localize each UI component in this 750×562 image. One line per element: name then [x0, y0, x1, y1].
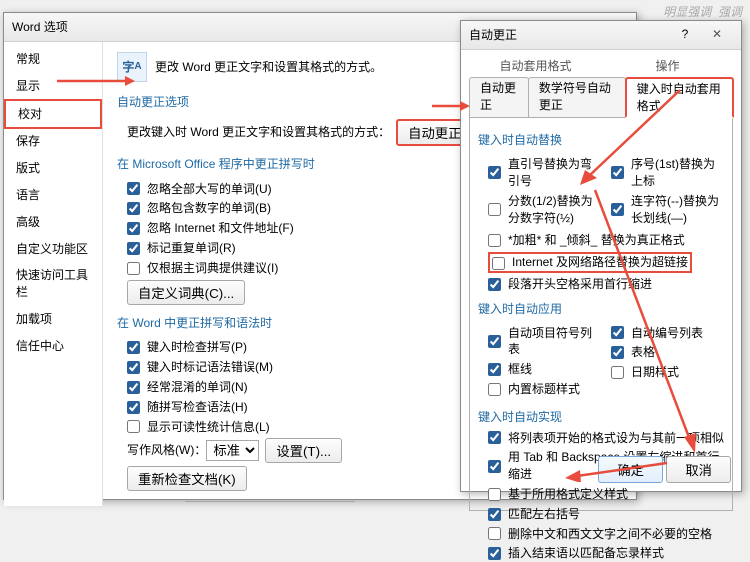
- sidebar-item-2[interactable]: 校对: [4, 99, 102, 130]
- sidebar-item-0[interactable]: 常规: [4, 46, 102, 73]
- internet-hyperlink-highlight: Internet 及网络路径替换为超链接: [488, 252, 692, 273]
- autocorrect-dialog: 自动更正 ? ✕ 自动套用格式 操作 自动更正 数学符号自动更正 键入时自动套用…: [460, 20, 742, 492]
- sidebar-item-4[interactable]: 版式: [4, 155, 102, 182]
- close-icon[interactable]: ✕: [701, 25, 733, 45]
- tab-group-autoformat: 自动套用格式: [469, 56, 602, 77]
- custom-dict-button[interactable]: 自定义词典(C)...: [127, 280, 245, 305]
- confused-words-checkbox[interactable]: [127, 381, 140, 394]
- hyphens-checkbox[interactable]: [611, 203, 624, 216]
- match-brackets-checkbox[interactable]: [488, 508, 501, 521]
- style-settings-button[interactable]: 设置(T)...: [265, 438, 342, 463]
- smart-quotes-checkbox[interactable]: [488, 166, 501, 179]
- date-style-checkbox[interactable]: [611, 366, 624, 379]
- tab-autocorrect[interactable]: 自动更正: [469, 77, 529, 118]
- tab-backspace-indent-checkbox[interactable]: [488, 460, 501, 473]
- dialog-title: 自动更正: [469, 27, 517, 44]
- tab-autoformat-typing[interactable]: 键入时自动套用格式: [625, 77, 734, 119]
- sidebar-item-8[interactable]: 快速访问工具栏: [4, 262, 102, 306]
- ignore-numbers-checkbox[interactable]: [127, 202, 140, 215]
- cancel-button[interactable]: 取消: [666, 456, 731, 483]
- tab-group-actions: 操作: [601, 56, 734, 77]
- mark-grammar-checkbox[interactable]: [127, 361, 140, 374]
- readability-stats-checkbox[interactable]: [127, 420, 140, 433]
- sidebar-item-9[interactable]: 加载项: [4, 306, 102, 333]
- ordinals-checkbox[interactable]: [611, 166, 624, 179]
- dialog-title: Word 选项: [12, 19, 68, 36]
- numbered-list-checkbox[interactable]: [611, 326, 624, 339]
- memo-closing-checkbox[interactable]: [488, 547, 501, 560]
- autocorrect-titlebar: 自动更正 ? ✕: [461, 21, 741, 50]
- ignore-uppercase-checkbox[interactable]: [127, 182, 140, 195]
- help-icon[interactable]: ?: [669, 25, 701, 45]
- internet-hyperlink-checkbox[interactable]: [492, 257, 505, 270]
- heading-styles-checkbox[interactable]: [488, 383, 501, 396]
- sidebar-item-10[interactable]: 信任中心: [4, 333, 102, 360]
- format-list-item-checkbox[interactable]: [488, 431, 501, 444]
- sidebar-item-3[interactable]: 保存: [4, 128, 102, 155]
- borders-checkbox[interactable]: [488, 363, 501, 376]
- exception-doc-select[interactable]: 新建 DOCX 文档.docx: [185, 501, 355, 502]
- define-styles-checkbox[interactable]: [488, 488, 501, 501]
- fractions-checkbox[interactable]: [488, 203, 501, 216]
- first-line-indent-checkbox[interactable]: [488, 278, 501, 291]
- ok-button[interactable]: 确定: [598, 456, 663, 483]
- sidebar: 常规显示校对保存版式语言高级自定义功能区快速访问工具栏加载项信任中心: [4, 42, 103, 506]
- tab-math[interactable]: 数学符号自动更正: [528, 77, 626, 118]
- bold-italic-checkbox[interactable]: [488, 234, 501, 247]
- sidebar-item-6[interactable]: 高级: [4, 209, 102, 236]
- bullet-list-checkbox[interactable]: [488, 335, 501, 348]
- proofing-icon: 字A: [117, 52, 147, 82]
- recheck-doc-button[interactable]: 重新检查文档(K): [127, 466, 247, 491]
- grammar-with-spelling-checkbox[interactable]: [127, 401, 140, 414]
- tables-checkbox[interactable]: [611, 346, 624, 359]
- flag-repeated-checkbox[interactable]: [127, 242, 140, 255]
- autocorrect-tabs: 自动更正 数学符号自动更正 键入时自动套用格式: [469, 77, 733, 119]
- sidebar-item-7[interactable]: 自定义功能区: [4, 236, 102, 263]
- main-dict-only-checkbox[interactable]: [127, 262, 140, 275]
- headline: 更改 Word 更正文字和设置其格式的方式。: [155, 59, 382, 76]
- remove-spaces-checkbox[interactable]: [488, 527, 501, 540]
- sidebar-item-1[interactable]: 显示: [4, 73, 102, 100]
- sidebar-item-5[interactable]: 语言: [4, 182, 102, 209]
- writing-style-select[interactable]: 标准: [206, 440, 259, 461]
- check-spelling-typing-checkbox[interactable]: [127, 341, 140, 354]
- ignore-urls-checkbox[interactable]: [127, 222, 140, 235]
